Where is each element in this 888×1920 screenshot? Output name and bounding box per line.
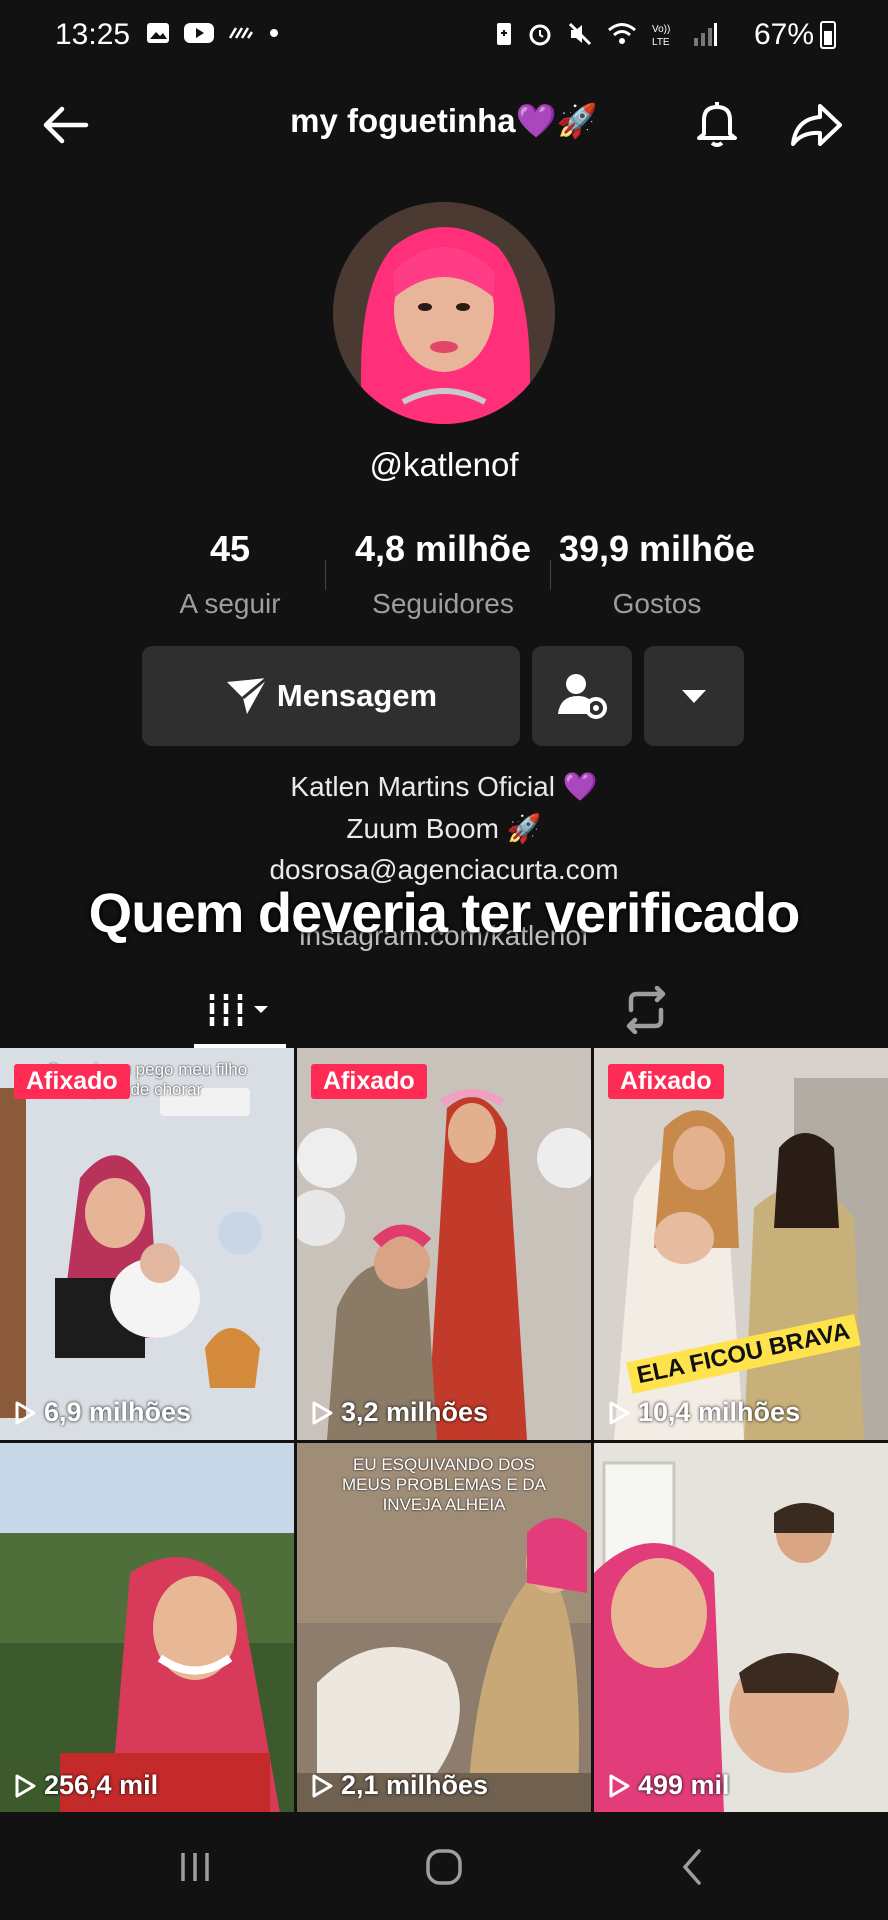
video-tile[interactable]: ELA FICOU BRAVA Afixado 10,4 milhões [594, 1048, 888, 1440]
youtube-icon [184, 23, 214, 43]
video-overlay-caption: Quem deveria ter verificado [88, 881, 801, 944]
stat-followers[interactable]: 4,8 milhõe Seguidores [333, 528, 553, 620]
play-icon [15, 1401, 36, 1424]
notification-button[interactable] [690, 96, 744, 150]
video-thumbnail [594, 1443, 888, 1813]
play-icon [312, 1401, 333, 1424]
battery-indicator: 67% [754, 18, 836, 52]
bio-line: Katlen Martins Oficial 💜 [290, 771, 598, 802]
gallery-icon [147, 23, 169, 43]
recent-apps-button[interactable] [165, 1842, 225, 1892]
video-thumbnail [0, 1443, 294, 1813]
dot-icon [270, 29, 278, 37]
chevron-left-icon [682, 1849, 701, 1885]
more-options-button[interactable] [644, 646, 744, 746]
tab-reposts[interactable] [600, 975, 692, 1045]
recents-icon [181, 1853, 209, 1881]
view-count-text: 10,4 milhões [638, 1397, 801, 1427]
svg-text:LTE: LTE [652, 37, 670, 48]
pinned-badge: Afixado [14, 1064, 130, 1099]
profile-handle: @katlenof [369, 446, 519, 483]
send-icon [226, 676, 268, 714]
view-count-text: 2,1 milhões [341, 1770, 489, 1800]
following-count: 45 [209, 528, 251, 569]
likes-label: Gostos [612, 588, 702, 619]
followers-count: 4,8 milhõe [354, 528, 532, 569]
video-tile[interactable]: EU ESQUIVANDO DOS MEUS PROBLEMAS E DA IN… [297, 1443, 591, 1813]
stat-divider [325, 560, 326, 590]
battery-percent: 67% [753, 18, 814, 51]
status-notification-icons [145, 20, 281, 46]
signal-icon [694, 23, 717, 46]
video-caption: EU ESQUIVANDO DOS MEUS PROBLEMAS E DA IN… [341, 1455, 547, 1514]
battery-saver-icon [497, 23, 511, 45]
status-system-icons: Vo)) LTE [494, 20, 718, 48]
share-icon [791, 104, 842, 146]
view-count-text: 6,9 milhões [44, 1397, 192, 1427]
view-count: 3,2 milhões [309, 1397, 488, 1428]
view-count: 2,1 milhões [309, 1770, 488, 1801]
video-tile[interactable]: 499 mil [594, 1443, 888, 1813]
home-icon [426, 1849, 462, 1885]
view-count: 6,9 milhões [12, 1397, 191, 1428]
tab-videos[interactable] [194, 975, 286, 1045]
stat-following[interactable]: 45 A seguir [120, 528, 340, 620]
grid-icon [208, 994, 268, 1026]
svg-text:Vo)): Vo)) [652, 24, 670, 35]
share-button[interactable] [788, 98, 844, 152]
likes-count: 39,9 milhõe [558, 528, 756, 569]
video-tile[interactable]: 256,4 mil [0, 1443, 294, 1813]
mute-icon [568, 22, 592, 46]
pinned-badge: Afixado [608, 1064, 724, 1099]
status-time: 13:25 [55, 18, 131, 51]
user-settings-icon [558, 674, 607, 719]
friend-settings-button[interactable] [532, 646, 632, 746]
wifi-icon [608, 23, 636, 44]
view-count: 499 mil [606, 1770, 730, 1801]
avatar[interactable] [333, 202, 555, 424]
battery-icon [820, 21, 836, 49]
pinned-badge: Afixado [311, 1064, 427, 1099]
view-count-text: 499 mil [638, 1770, 730, 1800]
video-tile[interactable]: Afixado 3,2 milhões [297, 1048, 591, 1440]
repost-icon [626, 986, 666, 1034]
bio-line: Zuum Boom 🚀 [346, 813, 542, 844]
play-icon [609, 1774, 630, 1797]
avatar-photo [333, 202, 555, 424]
caret-down-icon [682, 690, 706, 703]
video-thumbnail [297, 1048, 591, 1440]
view-count: 256,4 mil [12, 1770, 158, 1801]
volte-icon: Vo)) LTE [652, 24, 670, 48]
view-count-text: 256,4 mil [44, 1770, 159, 1800]
bell-icon [697, 102, 737, 147]
following-label: A seguir [179, 588, 281, 619]
home-button[interactable] [414, 1842, 474, 1892]
video-thumbnail [0, 1048, 294, 1440]
play-icon [609, 1401, 630, 1424]
status-bar: 13:25 Vo)) LTE 67% [0, 0, 888, 70]
video-tile[interactable]: Quando eu pego meu filho para de chorar … [0, 1048, 294, 1440]
play-icon [312, 1774, 333, 1797]
message-button[interactable]: Mensagem [142, 646, 520, 746]
view-count-text: 3,2 milhões [341, 1397, 489, 1427]
profile-header: my foguetinha💜🚀 [0, 84, 888, 164]
followers-label: Seguidores [372, 588, 514, 619]
view-count: 10,4 milhões [606, 1397, 800, 1428]
page-title: my foguetinha💜🚀 [290, 102, 598, 139]
system-nav-bar [0, 1812, 888, 1920]
activity-icon [228, 27, 254, 39]
alarm-icon [529, 24, 551, 46]
message-button-label: Mensagem [276, 678, 438, 713]
stat-likes[interactable]: 39,9 milhõe Gostos [547, 528, 767, 620]
play-icon [15, 1774, 36, 1797]
system-back-button[interactable] [662, 1842, 722, 1892]
